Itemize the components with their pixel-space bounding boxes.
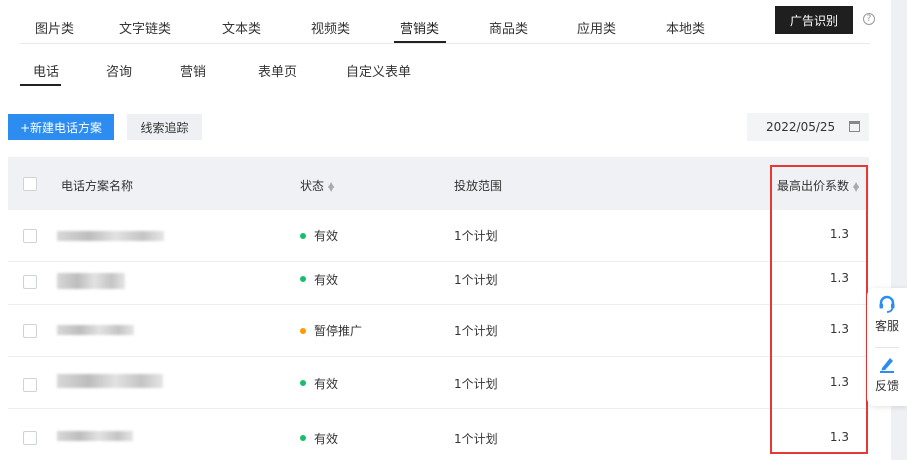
active-tab-indicator — [394, 41, 446, 43]
header-plan-name: 电话方案名称 — [61, 179, 134, 193]
status-text: 有效 — [314, 432, 339, 446]
scope-text: 1个计划 — [454, 273, 498, 287]
tab-marketing[interactable]: 营销类 — [400, 18, 439, 37]
main-page: 图片类 文字链类 文本类 视频类 营销类 商品类 应用类 本地类 广告识别 ? … — [0, 0, 891, 460]
blurred-plan-name — [57, 325, 134, 335]
sort-icon[interactable]: ▲ ▼ — [328, 180, 334, 192]
subtab-marketing[interactable]: 营销 — [180, 61, 206, 80]
status-dot — [300, 233, 306, 239]
ad-recognition-button[interactable]: 广告识别 — [775, 6, 853, 34]
header-status[interactable]: 状态 ▲ ▼ — [300, 177, 334, 194]
feedback-label: 反馈 — [874, 379, 899, 393]
tab-apps[interactable]: 应用类 — [577, 18, 616, 37]
feedback-button[interactable]: 反馈 — [867, 354, 907, 394]
tab-products[interactable]: 商品类 — [489, 18, 528, 37]
table-row: 暂停推广 1个计划 1.3 — [8, 305, 869, 357]
table-row: 有效 1个计划 1.3 — [8, 253, 869, 305]
row-checkbox[interactable] — [23, 229, 37, 243]
scope-text: 1个计划 — [454, 324, 498, 338]
status-text: 暂停推广 — [314, 324, 363, 338]
table-row: 有效 1个计划 1.3 — [8, 357, 869, 409]
tab-video[interactable]: 视频类 — [311, 18, 350, 37]
blurred-plan-name — [57, 374, 163, 388]
date-value: 2022/05/25 — [766, 120, 836, 134]
subtab-form-page[interactable]: 表单页 — [258, 61, 297, 80]
float-divider — [875, 347, 899, 348]
scope-text: 1个计划 — [454, 229, 498, 243]
table-row: 有效 1个计划 1.3 — [8, 410, 869, 460]
tab-text-links[interactable]: 文字链类 — [119, 18, 171, 37]
customer-service-button[interactable]: 客服 — [867, 294, 907, 334]
date-picker[interactable]: 2022/05/25 — [747, 113, 869, 141]
status-dot — [300, 276, 306, 282]
status-text: 有效 — [314, 229, 339, 243]
edit-icon — [880, 358, 894, 373]
select-all-checkbox[interactable] — [23, 177, 37, 191]
help-icon[interactable]: ? — [863, 13, 875, 25]
header-status-label: 状态 — [300, 179, 325, 193]
blurred-plan-name — [57, 231, 164, 241]
subtab-custom-form[interactable]: 自定义表单 — [346, 61, 411, 80]
scope-text: 1个计划 — [454, 377, 498, 391]
tab-text[interactable]: 文本类 — [222, 18, 261, 37]
status-dot — [300, 380, 306, 386]
headset-icon — [879, 295, 895, 313]
row-checkbox[interactable] — [23, 431, 37, 445]
row-checkbox[interactable] — [23, 275, 37, 289]
status-dot — [300, 328, 306, 334]
calendar-icon — [849, 121, 860, 132]
tab-images[interactable]: 图片类 — [35, 18, 74, 37]
tab-local[interactable]: 本地类 — [666, 18, 705, 37]
blurred-plan-name — [57, 431, 133, 441]
row-checkbox[interactable] — [23, 378, 37, 392]
table-header: 电话方案名称 状态 ▲ ▼ 投放范围 最高出价系数 ▲ ▼ — [8, 157, 869, 210]
row-checkbox[interactable] — [23, 324, 37, 338]
status-text: 有效 — [314, 377, 339, 391]
tabs-divider — [20, 43, 870, 44]
subtab-consult[interactable]: 咨询 — [106, 61, 132, 80]
active-subtab-indicator — [20, 84, 61, 86]
floating-service-panel: 客服 反馈 — [867, 288, 907, 406]
scope-text: 1个计划 — [454, 432, 498, 446]
highlight-box — [770, 165, 868, 454]
new-phone-plan-button[interactable]: +新建电话方案 — [8, 114, 114, 140]
status-text: 有效 — [314, 273, 339, 287]
header-scope: 投放范围 — [454, 179, 503, 193]
blurred-plan-name — [57, 273, 125, 289]
customer-service-label: 客服 — [874, 319, 899, 333]
status-dot — [300, 435, 306, 441]
lead-tracking-button[interactable]: 线索追踪 — [127, 114, 202, 140]
subtab-phone[interactable]: 电话 — [33, 61, 59, 80]
